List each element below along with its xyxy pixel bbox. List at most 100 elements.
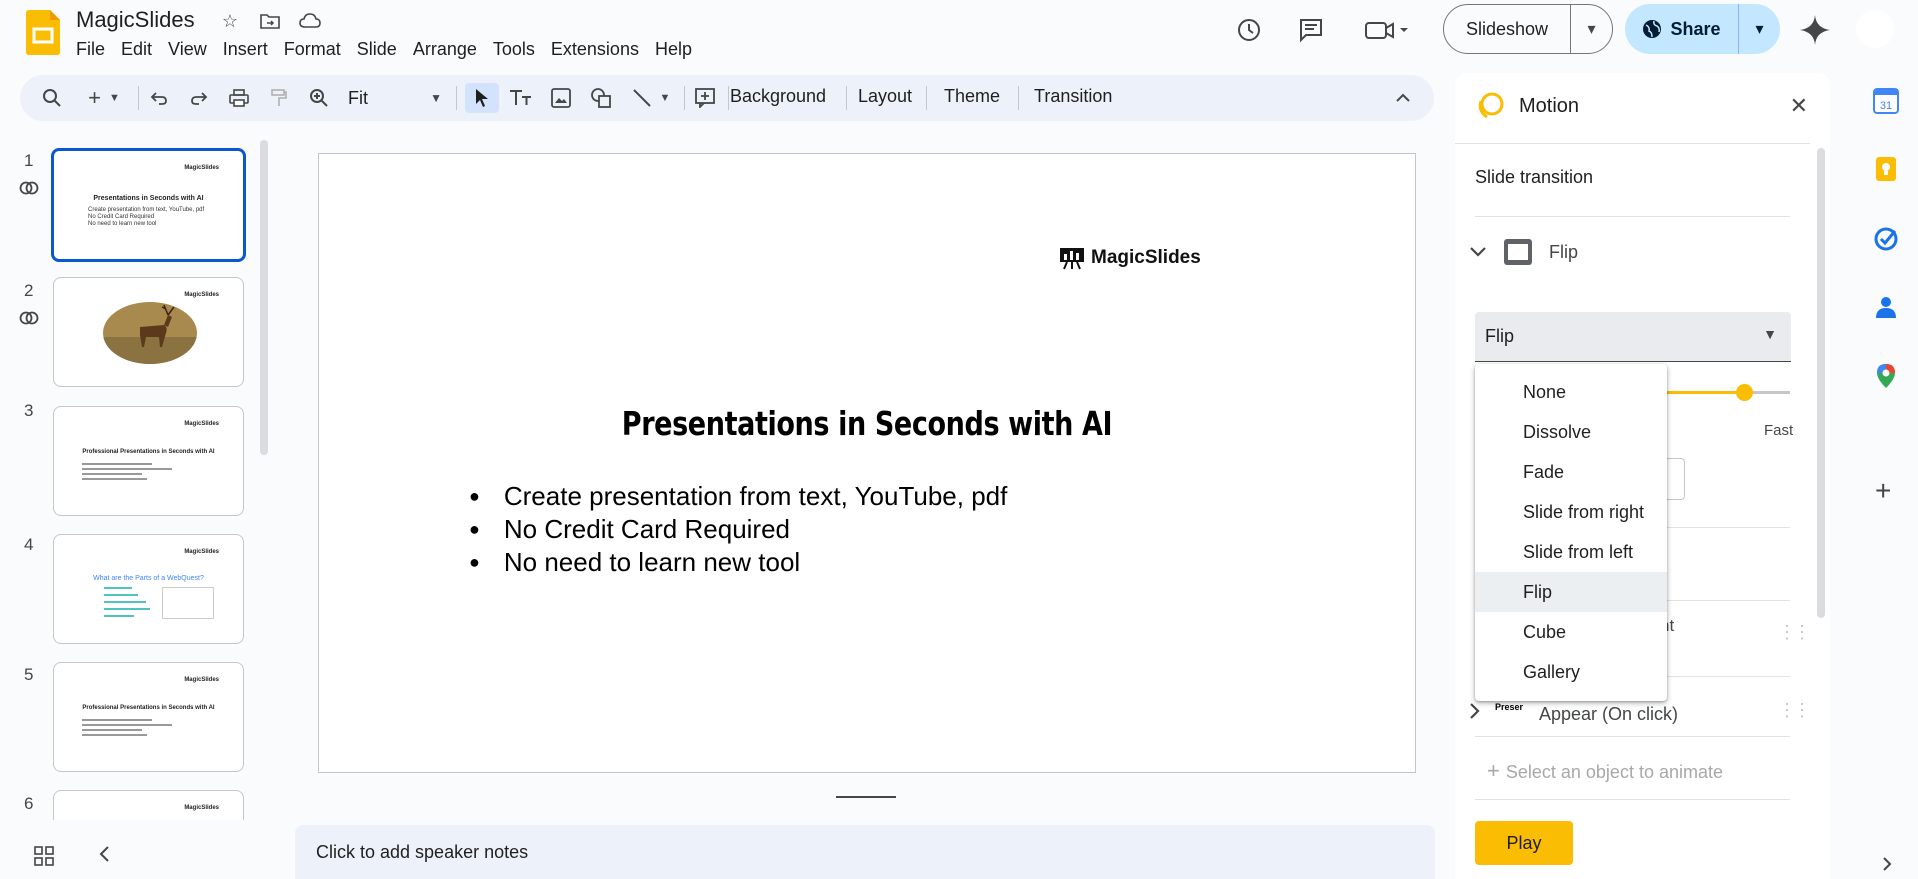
menu-view[interactable]: View <box>160 37 215 62</box>
menu-help[interactable]: Help <box>647 37 700 62</box>
redo-icon[interactable] <box>186 83 212 113</box>
slide-number: 2 <box>24 281 34 300</box>
motion-panel-scrollbar[interactable] <box>1817 148 1825 618</box>
meet-icon[interactable] <box>1362 12 1410 48</box>
speed-slider-knob[interactable] <box>1736 384 1753 401</box>
menu-insert[interactable]: Insert <box>215 37 276 62</box>
image-icon[interactable] <box>546 83 576 113</box>
add-comment-icon[interactable] <box>690 83 720 113</box>
menu-tools[interactable]: Tools <box>485 37 543 62</box>
drag-handle-icon[interactable]: ⋮⋮ <box>1778 622 1811 643</box>
slide-thumbnail-4[interactable]: MagicSlides What are the Parts of a WebQ… <box>53 534 244 644</box>
thumb-title: Professional Presentations in Seconds wi… <box>82 705 215 711</box>
menu-extensions[interactable]: Extensions <box>543 37 647 62</box>
slide-transition-title: Slide transition <box>1475 167 1594 187</box>
gemini-icon[interactable] <box>1797 12 1833 48</box>
account-avatar[interactable] <box>1856 10 1894 48</box>
slide-thumbnail-6[interactable]: MagicSlides <box>53 790 244 820</box>
slide-thumbnail-2[interactable]: MagicSlides <box>53 277 244 387</box>
option-slide-from-right[interactable]: Slide from right <box>1475 492 1667 532</box>
transition-type-select[interactable]: Flip ▼ <box>1475 312 1791 362</box>
option-none[interactable]: None <box>1475 372 1667 412</box>
print-icon[interactable] <box>226 83 252 113</box>
comments-icon[interactable] <box>1293 12 1329 48</box>
theme-button[interactable]: Theme <box>944 86 1000 107</box>
slide-brand[interactable]: MagicSlides <box>1059 246 1201 270</box>
transition-dropdown-menu: None Dissolve Fade Slide from right Slid… <box>1475 364 1667 701</box>
drag-handle-icon[interactable]: ⋮⋮ <box>1778 700 1811 721</box>
cloud-status-icon[interactable] <box>298 9 322 33</box>
transition-name: Flip <box>1549 241 1579 262</box>
option-gallery[interactable]: Gallery <box>1475 652 1667 692</box>
calendar-icon[interactable]: 31 <box>1873 88 1899 114</box>
add-addon-icon[interactable]: + <box>1875 475 1891 507</box>
undo-icon[interactable] <box>146 83 172 113</box>
chevron-right-icon[interactable] <box>1469 702 1481 726</box>
notes-resize-handle[interactable] <box>836 796 896 798</box>
option-dissolve[interactable]: Dissolve <box>1475 412 1667 452</box>
option-slide-from-left[interactable]: Slide from left <box>1475 532 1667 572</box>
shape-icon[interactable] <box>586 83 616 113</box>
zoom-select[interactable]: Fit ▼ <box>342 83 448 113</box>
menu-format[interactable]: Format <box>276 37 349 62</box>
select-object-label: Select an object to animate <box>1505 762 1723 782</box>
slides-logo-icon[interactable] <box>26 10 60 55</box>
motion-icon <box>1478 92 1504 119</box>
option-flip[interactable]: Flip <box>1475 572 1667 612</box>
play-button[interactable]: Play <box>1475 821 1573 865</box>
slideshow-dropdown-icon[interactable]: ▾ <box>1571 5 1612 53</box>
option-fade[interactable]: Fade <box>1475 452 1667 492</box>
thumb-text-lines <box>82 463 192 480</box>
slideshow-label[interactable]: Slideshow <box>1444 5 1571 53</box>
move-folder-icon[interactable] <box>258 9 282 33</box>
transition-button[interactable]: Transition <box>1034 86 1112 107</box>
grid-view-icon[interactable] <box>34 846 54 871</box>
layout-button[interactable]: Layout <box>858 86 912 107</box>
speaker-notes[interactable]: Click to add speaker notes <box>295 825 1435 879</box>
close-icon[interactable]: ✕ <box>1790 93 1808 119</box>
dropdown-caret-icon: ▼ <box>1763 326 1777 342</box>
zoom-icon[interactable] <box>306 83 332 113</box>
animation-item[interactable]: Preser Appear (On click) <box>1469 702 1678 726</box>
slide-thumbnail-5[interactable]: MagicSlides Professional Presentations i… <box>53 662 244 772</box>
filmstrip-scrollbar[interactable] <box>260 140 268 455</box>
maps-icon[interactable] <box>1873 363 1899 389</box>
line-icon[interactable]: ▼ <box>626 83 676 113</box>
star-icon[interactable]: ☆ <box>218 9 242 33</box>
collapse-filmstrip-icon[interactable] <box>98 843 110 869</box>
menu-slide[interactable]: Slide <box>349 37 405 62</box>
select-object-button[interactable]: + Select an object to animate <box>1475 749 1753 787</box>
keep-icon[interactable] <box>1873 156 1899 182</box>
title-icons: ☆ <box>218 9 322 33</box>
slide-icon <box>1504 239 1532 265</box>
version-history-icon[interactable] <box>1231 12 1267 48</box>
share-button[interactable]: Share ▾ <box>1625 4 1780 54</box>
collapse-toolbar-icon[interactable] <box>1390 83 1416 113</box>
chevron-right-icon[interactable] <box>1882 856 1892 877</box>
menu-edit[interactable]: Edit <box>113 37 160 62</box>
menu-arrange[interactable]: Arrange <box>405 37 485 62</box>
slide-title[interactable]: Presentations in Seconds with AI <box>418 404 1317 443</box>
search-menus-icon[interactable] <box>38 83 66 113</box>
doc-title[interactable]: MagicSlides <box>76 7 195 33</box>
transition-row[interactable]: Flip <box>1469 238 1578 266</box>
slide-canvas[interactable]: MagicSlides Presentations in Seconds wit… <box>318 153 1416 773</box>
tasks-icon[interactable] <box>1873 226 1899 252</box>
menu-file[interactable]: File <box>68 37 113 62</box>
new-slide-icon[interactable]: + ▼ <box>82 83 126 113</box>
slide-thumbnail-1[interactable]: MagicSlides Presentations in Seconds wit… <box>51 148 246 262</box>
select-tool-icon[interactable] <box>465 83 499 113</box>
slideshow-button[interactable]: Slideshow ▾ <box>1443 4 1613 54</box>
background-button[interactable]: Background <box>730 86 826 107</box>
chevron-down-icon[interactable] <box>1469 242 1487 263</box>
toolbar-divider <box>728 86 729 110</box>
paint-format-icon[interactable] <box>266 83 292 113</box>
slide-thumbnail-3[interactable]: MagicSlides Professional Presentations i… <box>53 406 244 516</box>
share-dropdown-icon[interactable]: ▾ <box>1739 4 1780 54</box>
slide-bullets[interactable]: Create presentation from text, YouTube, … <box>469 481 1007 580</box>
animation-label: Appear (On click) <box>1539 703 1679 724</box>
option-cube[interactable]: Cube <box>1475 612 1667 652</box>
text-box-icon[interactable] <box>506 83 536 113</box>
share-main[interactable]: Share <box>1625 4 1739 54</box>
contacts-icon[interactable] <box>1873 294 1899 320</box>
